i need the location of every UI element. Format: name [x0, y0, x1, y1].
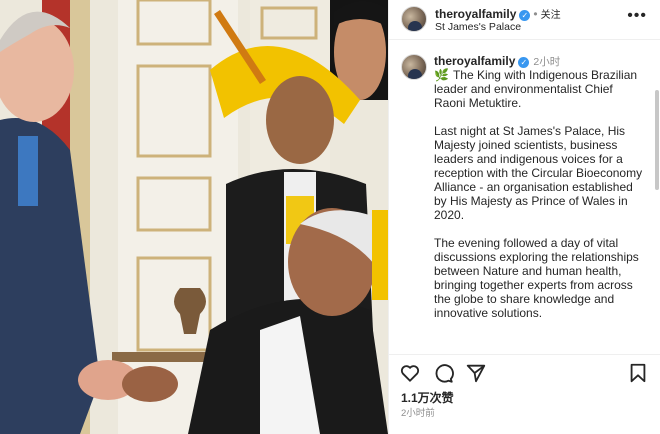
caption-username[interactable]: theroyalfamily: [434, 54, 515, 68]
more-options-icon[interactable]: •••: [627, 8, 647, 24]
post-header: theroyalfamily ✓ • 关注 St James's Palace •••: [389, 0, 660, 40]
caption-username-row: theroyalfamily ✓ 2小时: [434, 54, 560, 69]
caption-paragraph: Last night at St James's Palace, His Maj…: [434, 124, 643, 222]
post-photo[interactable]: [0, 0, 388, 434]
caption-timestamp[interactable]: 2小时: [533, 56, 560, 68]
caption-avatar[interactable]: [401, 54, 427, 80]
location-link[interactable]: St James's Palace: [435, 21, 521, 33]
post-details-panel: theroyalfamily ✓ • 关注 St James's Palace •••…: [388, 0, 660, 434]
caption-paragraph: The evening followed a day of vital disc…: [434, 236, 639, 320]
post-photo-illustration: [0, 0, 388, 434]
share-icon[interactable]: [465, 362, 487, 384]
header-username[interactable]: theroyalfamily: [435, 7, 516, 21]
avatar[interactable]: [401, 6, 427, 32]
comment-icon[interactable]: [432, 362, 454, 384]
caption-area[interactable]: theroyalfamily ✓ 2小时 🌿 The King with Indige…: [389, 44, 660, 354]
post-timestamp: 2小时前: [401, 408, 435, 419]
header-username-row: theroyalfamily ✓ • 关注: [435, 6, 561, 21]
heart-icon[interactable]: [399, 362, 421, 384]
caption-text: 🌿 The King with Indigenous Brazilian lead…: [434, 68, 646, 334]
follow-button[interactable]: 关注: [541, 10, 561, 21]
dot-separator: •: [533, 7, 538, 21]
bookmark-icon[interactable]: [627, 362, 649, 384]
like-count[interactable]: 1.1万次赞: [401, 389, 454, 406]
verified-badge-icon: ✓: [518, 57, 530, 68]
leaf-emoji-icon: 🌿: [434, 68, 449, 82]
caption-paragraph: 🌿 The King with Indigenous Brazilian lead…: [434, 68, 638, 110]
caption-scrollbar[interactable]: [655, 90, 659, 190]
action-bar: 1.1万次赞 2小时前: [389, 354, 660, 434]
verified-badge-icon: ✓: [519, 10, 531, 21]
